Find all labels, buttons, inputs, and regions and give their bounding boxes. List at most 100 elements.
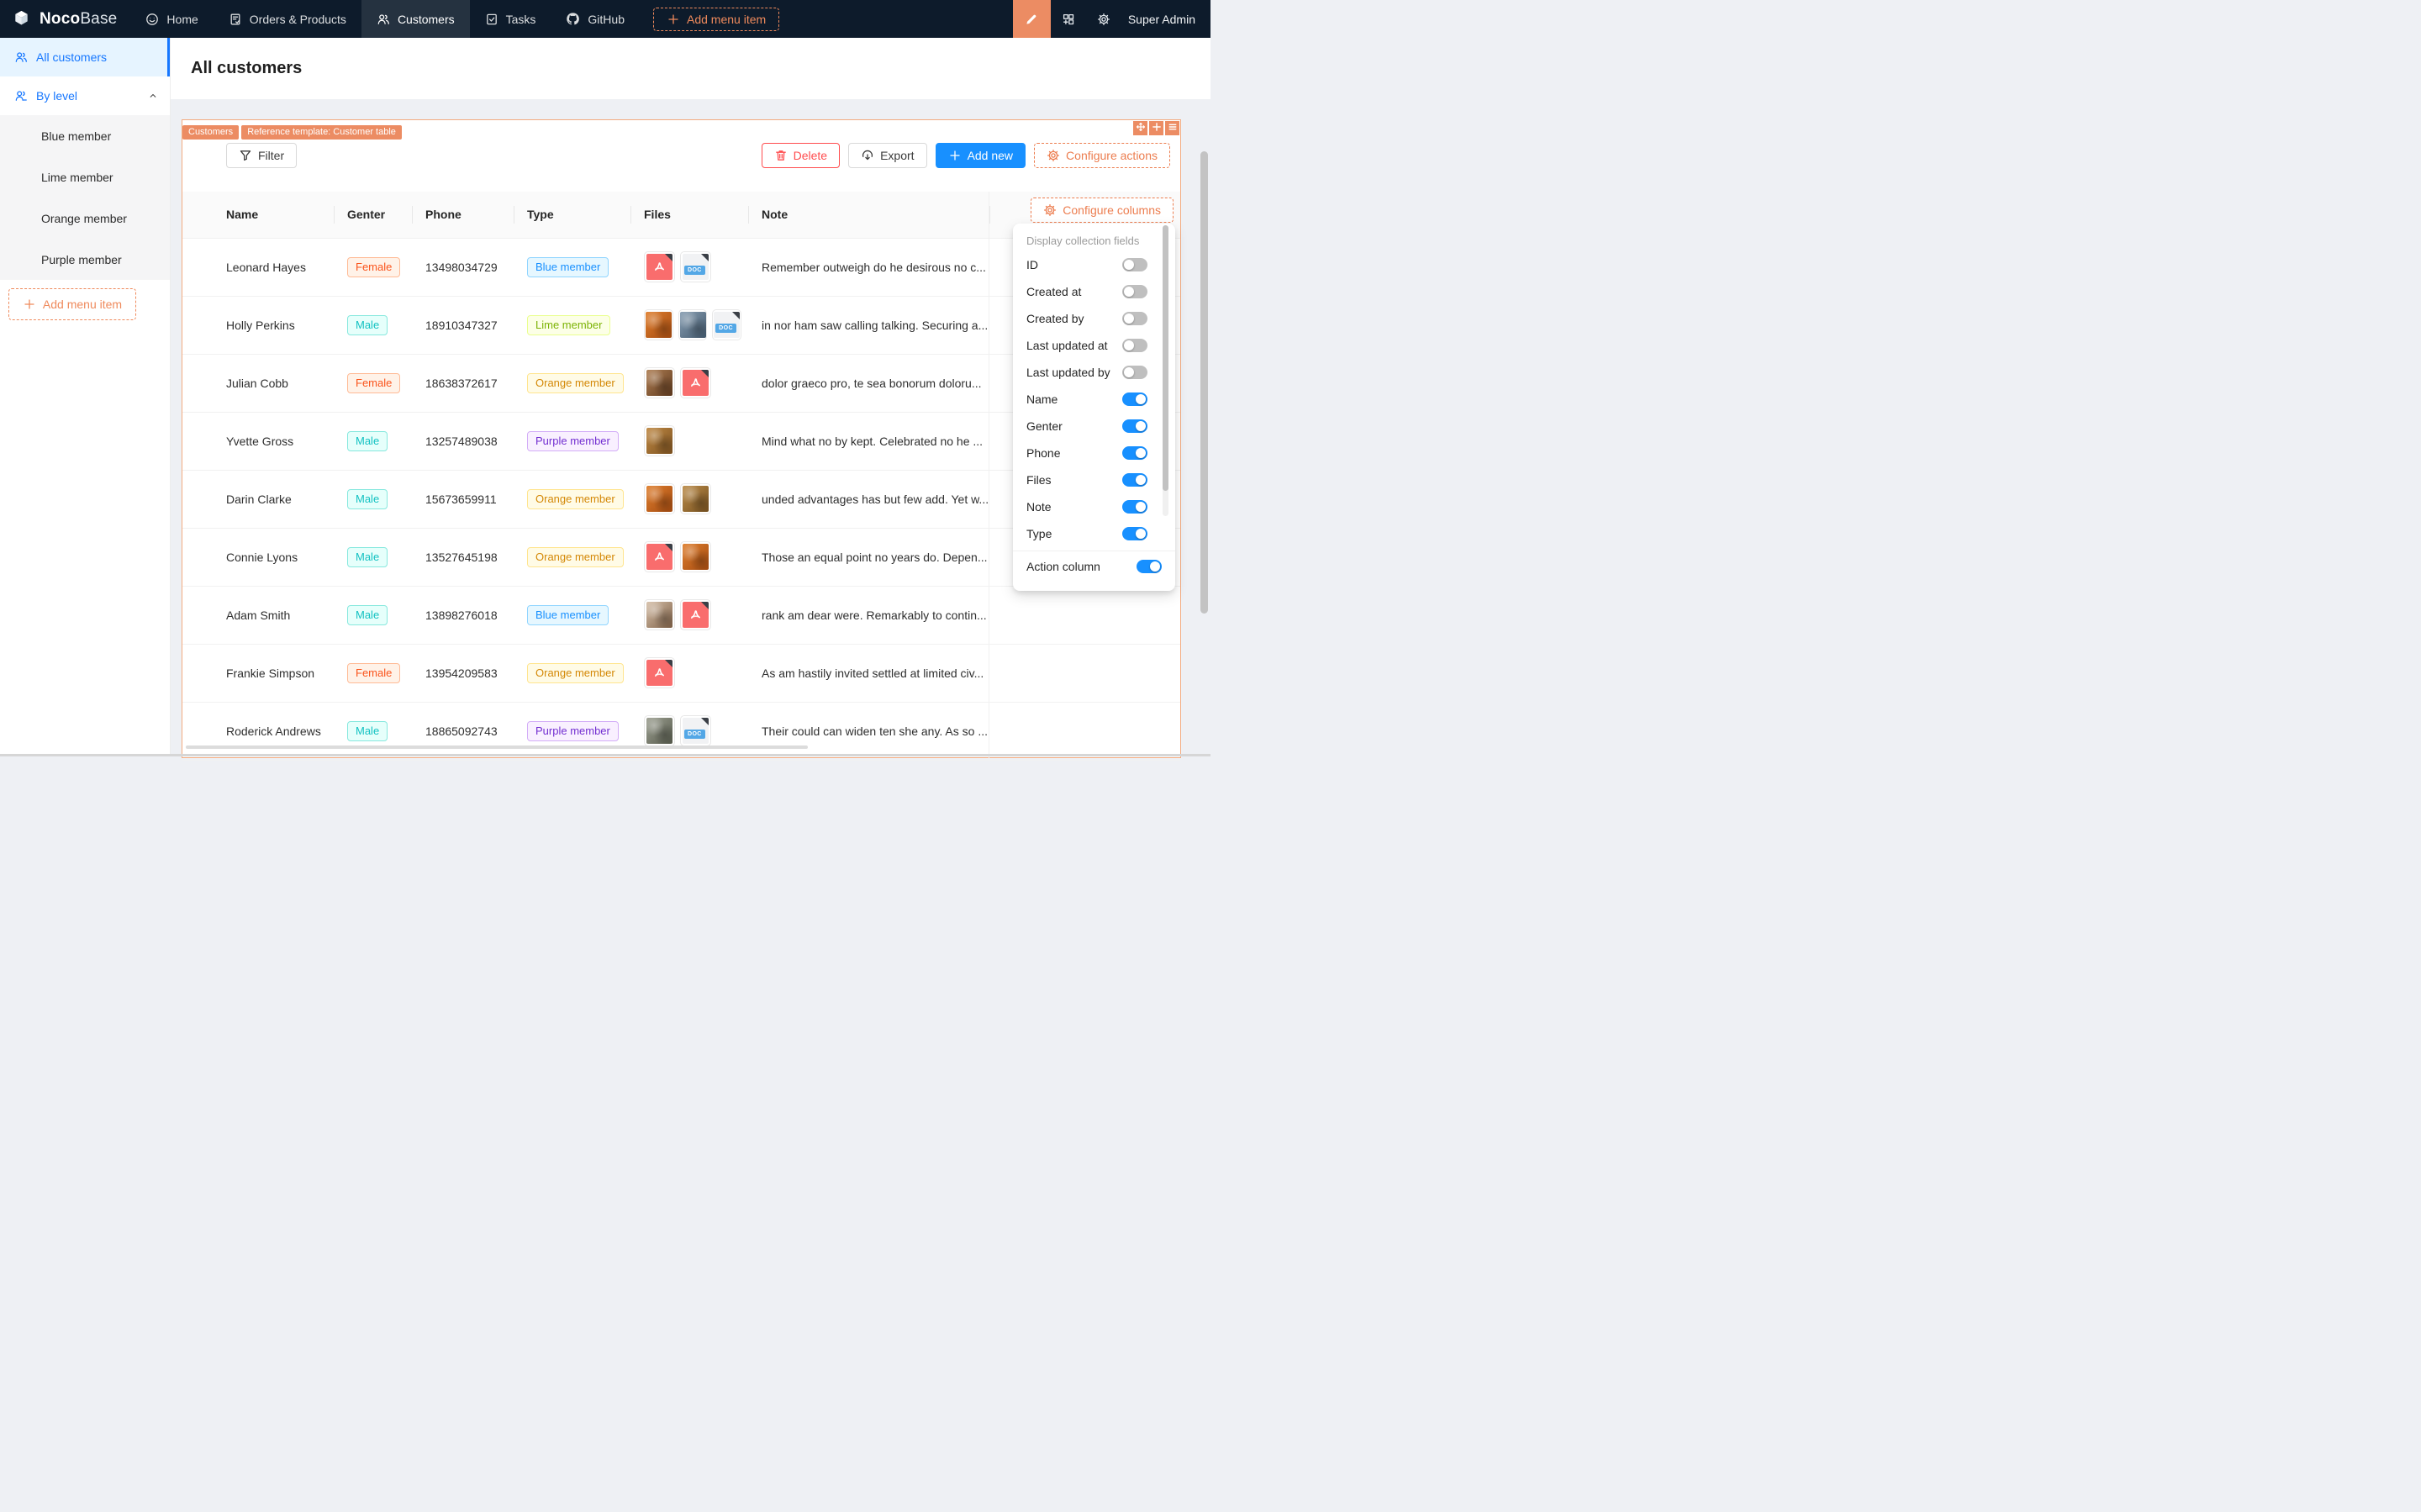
sidebar-item-orange-member[interactable]: Orange member	[0, 198, 170, 239]
action-column-item[interactable]: Action column	[1013, 551, 1175, 581]
top-menu-item-orders-products[interactable]: Orders & Products	[214, 0, 361, 38]
field-item-type[interactable]: Type	[1013, 520, 1175, 547]
field-toggle-genter[interactable]	[1122, 419, 1147, 433]
photo-thumbnail-coffee[interactable]	[644, 599, 675, 630]
field-item-genter[interactable]: Genter	[1013, 413, 1175, 440]
export-button[interactable]: Export	[848, 143, 926, 168]
field-item-last-updated-at[interactable]: Last updated at	[1013, 332, 1175, 359]
column-header-phone[interactable]: Phone	[412, 192, 514, 238]
field-toggle-last-updated-at[interactable]	[1122, 339, 1147, 352]
table-horizontal-scrollbar[interactable]	[186, 745, 808, 749]
sidebar-item-lime-member[interactable]: Lime member	[0, 156, 170, 198]
photo-thumbnail-oranges[interactable]	[644, 309, 673, 340]
page-horizontal-scrollbar[interactable]	[0, 754, 1210, 756]
block-add-icon[interactable]	[1149, 121, 1163, 135]
field-toggle-note[interactable]	[1122, 500, 1147, 514]
field-toggle-name[interactable]	[1122, 392, 1147, 406]
column-header-genter[interactable]: Genter	[334, 192, 412, 238]
member-type-tag: Orange member	[527, 489, 624, 509]
drag-handle-icon[interactable]	[1133, 121, 1147, 135]
top-menu-item-tasks[interactable]: Tasks	[470, 0, 551, 38]
sidebar-item-blue-member[interactable]: Blue member	[0, 115, 170, 156]
field-toggle-files[interactable]	[1122, 473, 1147, 487]
filter-button[interactable]: Filter	[226, 143, 297, 168]
pdf-file-thumbnail[interactable]	[680, 367, 711, 398]
photo-oranges	[683, 544, 709, 570]
field-item-files[interactable]: Files	[1013, 466, 1175, 493]
photo-thumbnail-oranges[interactable]	[644, 483, 675, 514]
actions-cell	[989, 586, 1180, 644]
field-item-note[interactable]: Note	[1013, 493, 1175, 520]
table-row[interactable]: Roderick AndrewsMale18865092743Purple me…	[182, 702, 1180, 760]
block-menu-icon[interactable]	[1165, 121, 1179, 135]
field-item-last-updated-by[interactable]: Last updated by	[1013, 359, 1175, 386]
photo-thumbnail-oranges[interactable]	[680, 541, 711, 572]
trash-icon	[774, 149, 788, 162]
top-menu-item-home[interactable]: Home	[130, 0, 213, 38]
user-menu[interactable]: Super Admin	[1121, 13, 1210, 26]
delete-button[interactable]: Delete	[762, 143, 840, 168]
gear-icon	[1097, 13, 1110, 26]
photo-cafe	[646, 718, 672, 744]
add-menu-item-button-sidebar[interactable]: Add menu item	[8, 288, 136, 320]
page-vertical-scrollbar[interactable]	[1200, 151, 1208, 614]
github-icon	[566, 12, 580, 26]
photo-thumbnail-cookies[interactable]	[644, 425, 675, 456]
photo-thumbnail-pretzels[interactable]	[680, 483, 711, 514]
block-designer-toolbar	[1133, 121, 1179, 135]
sidebar-item-by-level[interactable]: By level	[0, 76, 170, 115]
dropdown-scrollbar-thumb[interactable]	[1163, 225, 1168, 491]
configure-columns-button[interactable]: Configure columns	[1031, 198, 1174, 223]
field-item-name[interactable]: Name	[1013, 386, 1175, 413]
phone-cell: 13898276018	[412, 586, 514, 644]
field-item-created-by[interactable]: Created by	[1013, 305, 1175, 332]
sidebar-item-purple-member[interactable]: Purple member	[0, 239, 170, 280]
photo-thumbnail-people[interactable]	[678, 309, 708, 340]
doc-file-thumbnail[interactable]: DOC	[680, 251, 711, 282]
add-new-button[interactable]: Add new	[936, 143, 1026, 168]
field-toggle-type[interactable]	[1122, 527, 1147, 540]
top-menu-label: Orders & Products	[250, 13, 346, 26]
column-header-type[interactable]: Type	[514, 192, 630, 238]
configure-actions-button[interactable]: Configure actions	[1034, 143, 1170, 168]
top-menu-item-github[interactable]: GitHub	[551, 0, 640, 38]
pdf-file-thumbnail[interactable]	[644, 251, 675, 282]
field-toggle-id[interactable]	[1122, 258, 1147, 271]
photo-thumbnail-food[interactable]	[644, 367, 675, 398]
field-label: Files	[1026, 473, 1122, 487]
pdf-file-thumbnail[interactable]	[680, 599, 711, 630]
member-type-tag: Blue member	[527, 605, 609, 625]
sidebar-item-all-customers[interactable]: All customers	[0, 38, 170, 76]
gender-cell: Male	[334, 586, 412, 644]
pdf-file-thumbnail[interactable]	[644, 541, 675, 572]
ui-editor-button[interactable]	[1013, 0, 1051, 38]
add-menu-item-button-top[interactable]: Add menu item	[653, 8, 779, 31]
column-header-note[interactable]: Note	[748, 192, 989, 238]
gender-cell: Male	[334, 470, 412, 528]
field-toggle-last-updated-by[interactable]	[1122, 366, 1147, 379]
gender-tag: Male	[347, 721, 388, 741]
column-header-name[interactable]: Name	[182, 192, 334, 238]
field-toggle-created-at[interactable]	[1122, 285, 1147, 298]
field-toggle-created-by[interactable]	[1122, 312, 1147, 325]
settings-button[interactable]	[1086, 0, 1121, 38]
phone-cell: 18910347327	[412, 296, 514, 354]
table-row[interactable]: Frankie SimpsonFemale13954209583Orange m…	[182, 644, 1180, 702]
field-item-phone[interactable]: Phone	[1013, 440, 1175, 466]
actions-cell	[989, 644, 1180, 702]
pdf-file-thumbnail[interactable]	[644, 657, 675, 688]
export-label: Export	[880, 149, 914, 162]
top-menu-item-customers[interactable]: Customers	[361, 0, 470, 38]
doc-file-thumbnail[interactable]: DOC	[680, 715, 711, 746]
action-column-toggle[interactable]	[1137, 560, 1162, 573]
plugin-manager-button[interactable]	[1051, 0, 1086, 38]
field-item-id[interactable]: ID	[1013, 251, 1175, 278]
table-row[interactable]: Adam SmithMale13898276018Blue memberrank…	[182, 586, 1180, 644]
field-toggle-phone[interactable]	[1122, 446, 1147, 460]
gender-cell: Male	[334, 296, 412, 354]
doc-file-thumbnail[interactable]: DOC	[712, 309, 741, 340]
field-item-created-at[interactable]: Created at	[1013, 278, 1175, 305]
brand-logo[interactable]: NocoBase	[0, 0, 130, 38]
photo-thumbnail-cafe[interactable]	[644, 715, 675, 746]
column-header-files[interactable]: Files	[630, 192, 748, 238]
